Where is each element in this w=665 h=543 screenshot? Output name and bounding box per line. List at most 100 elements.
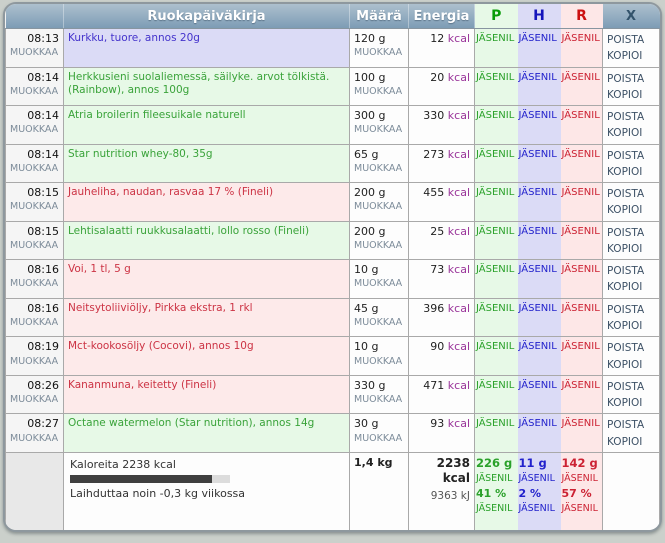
copy-entry-link[interactable]: KOPIOI bbox=[607, 357, 655, 373]
protein-member-link[interactable]: JÄSENIL bbox=[475, 106, 518, 145]
copy-entry-link[interactable]: KOPIOI bbox=[607, 202, 655, 218]
delete-entry-link[interactable]: POISTA bbox=[607, 186, 655, 202]
fat-member-link[interactable]: JÄSENIL bbox=[562, 473, 602, 485]
protein-member-link[interactable]: JÄSENIL bbox=[475, 260, 518, 299]
delete-entry-link[interactable]: POISTA bbox=[607, 340, 655, 356]
delete-entry-link[interactable]: POISTA bbox=[607, 148, 655, 164]
copy-entry-link[interactable]: KOPIOI bbox=[607, 395, 655, 411]
copy-entry-link[interactable]: KOPIOI bbox=[607, 318, 655, 334]
fat-member-link[interactable]: JÄSENIL bbox=[562, 503, 602, 515]
food-name-link[interactable]: Atria broilerin fileesuikale naturell bbox=[64, 106, 350, 145]
edit-entry-link[interactable]: MUOKKAA bbox=[10, 86, 59, 98]
edit-entry-link[interactable]: MUOKKAA bbox=[10, 317, 59, 329]
carb-member-link[interactable]: JÄSENIL bbox=[518, 106, 561, 145]
carb-member-link[interactable]: JÄSENIL bbox=[519, 473, 560, 485]
protein-member-link[interactable]: JÄSENIL bbox=[476, 503, 517, 515]
protein-member-link[interactable]: JÄSENIL bbox=[475, 414, 518, 453]
copy-entry-link[interactable]: KOPIOI bbox=[607, 48, 655, 64]
edit-entry-link[interactable]: MUOKKAA bbox=[10, 278, 59, 290]
edit-entry-link[interactable]: MUOKKAA bbox=[10, 201, 59, 213]
carb-member-link[interactable]: JÄSENIL bbox=[518, 414, 561, 453]
copy-entry-link[interactable]: KOPIOI bbox=[607, 434, 655, 450]
delete-entry-link[interactable]: POISTA bbox=[607, 225, 655, 241]
summary-time-cell bbox=[6, 452, 64, 532]
protein-member-link[interactable]: JÄSENIL bbox=[475, 221, 518, 260]
protein-member-link[interactable]: JÄSENIL bbox=[475, 144, 518, 183]
protein-member-link[interactable]: JÄSENIL bbox=[475, 183, 518, 222]
fat-member-link[interactable]: JÄSENIL bbox=[561, 337, 603, 376]
amount-value: 100 g bbox=[354, 71, 385, 84]
fat-member-link[interactable]: JÄSENIL bbox=[561, 183, 603, 222]
carb-member-link[interactable]: JÄSENIL bbox=[518, 375, 561, 414]
edit-entry-link[interactable]: MUOKKAA bbox=[10, 124, 59, 136]
copy-entry-link[interactable]: KOPIOI bbox=[607, 87, 655, 103]
edit-amount-link[interactable]: MUOKKAA bbox=[354, 201, 404, 213]
edit-entry-link[interactable]: MUOKKAA bbox=[10, 356, 59, 368]
fat-member-link[interactable]: JÄSENIL bbox=[561, 221, 603, 260]
edit-amount-link[interactable]: MUOKKAA bbox=[354, 394, 404, 406]
carb-member-link[interactable]: JÄSENIL bbox=[518, 298, 561, 337]
delete-entry-link[interactable]: POISTA bbox=[607, 71, 655, 87]
edit-amount-link[interactable]: MUOKKAA bbox=[354, 163, 404, 175]
delete-entry-link[interactable]: POISTA bbox=[607, 109, 655, 125]
fat-member-link[interactable]: JÄSENIL bbox=[561, 298, 603, 337]
delete-entry-link[interactable]: POISTA bbox=[607, 32, 655, 48]
food-name-link[interactable]: Jauheliha, naudan, rasvaa 17 % (Fineli) bbox=[64, 183, 350, 222]
copy-entry-link[interactable]: KOPIOI bbox=[607, 279, 655, 295]
carb-member-link[interactable]: JÄSENIL bbox=[518, 144, 561, 183]
edit-amount-link[interactable]: MUOKKAA bbox=[354, 86, 404, 98]
carb-member-link[interactable]: JÄSENIL bbox=[518, 337, 561, 376]
food-name-link[interactable]: Lehtisalaatti ruukkusalaatti, lollo ross… bbox=[64, 221, 350, 260]
fat-member-link[interactable]: JÄSENIL bbox=[561, 375, 603, 414]
edit-amount-link[interactable]: MUOKKAA bbox=[354, 47, 404, 59]
protein-member-link[interactable]: JÄSENIL bbox=[475, 67, 518, 106]
protein-member-link[interactable]: JÄSENIL bbox=[475, 337, 518, 376]
amount-cell: 300 g MUOKKAA bbox=[350, 106, 409, 145]
carb-member-link[interactable]: JÄSENIL bbox=[518, 67, 561, 106]
close-button[interactable]: X bbox=[603, 4, 660, 29]
food-name-link[interactable]: Star nutrition whey-80, 35g bbox=[64, 144, 350, 183]
carb-member-link[interactable]: JÄSENIL bbox=[518, 260, 561, 299]
food-name-link[interactable]: Octane watermelon (Star nutrition), anno… bbox=[64, 414, 350, 453]
energy-unit: kcal bbox=[448, 263, 470, 276]
protein-member-link[interactable]: JÄSENIL bbox=[475, 375, 518, 414]
food-name-link[interactable]: Kurkku, tuore, annos 20g bbox=[64, 29, 350, 68]
carb-member-link[interactable]: JÄSENIL bbox=[518, 221, 561, 260]
food-name-link[interactable]: Neitsytoliiviöljy, Pirkka ekstra, 1 rkl bbox=[64, 298, 350, 337]
fat-member-link[interactable]: JÄSENIL bbox=[561, 29, 603, 68]
edit-amount-link[interactable]: MUOKKAA bbox=[354, 317, 404, 329]
protein-member-link[interactable]: JÄSENIL bbox=[476, 473, 517, 485]
carb-member-link[interactable]: JÄSENIL bbox=[519, 503, 560, 515]
entry-time: 08:14 bbox=[27, 71, 59, 84]
fat-member-link[interactable]: JÄSENIL bbox=[561, 144, 603, 183]
copy-entry-link[interactable]: KOPIOI bbox=[607, 241, 655, 257]
delete-entry-link[interactable]: POISTA bbox=[607, 263, 655, 279]
edit-entry-link[interactable]: MUOKKAA bbox=[10, 394, 59, 406]
protein-member-link[interactable]: JÄSENIL bbox=[475, 298, 518, 337]
copy-entry-link[interactable]: KOPIOI bbox=[607, 164, 655, 180]
carb-member-link[interactable]: JÄSENIL bbox=[518, 29, 561, 68]
protein-member-link[interactable]: JÄSENIL bbox=[475, 29, 518, 68]
fat-member-link[interactable]: JÄSENIL bbox=[561, 260, 603, 299]
edit-amount-link[interactable]: MUOKKAA bbox=[354, 433, 404, 445]
edit-entry-link[interactable]: MUOKKAA bbox=[10, 47, 59, 59]
edit-entry-link[interactable]: MUOKKAA bbox=[10, 163, 59, 175]
edit-amount-link[interactable]: MUOKKAA bbox=[354, 356, 404, 368]
food-name-link[interactable]: Voi, 1 tl, 5 g bbox=[64, 260, 350, 299]
fat-member-link[interactable]: JÄSENIL bbox=[561, 67, 603, 106]
carb-member-link[interactable]: JÄSENIL bbox=[518, 183, 561, 222]
delete-entry-link[interactable]: POISTA bbox=[607, 302, 655, 318]
food-name-link[interactable]: Kananmuna, keitetty (Fineli) bbox=[64, 375, 350, 414]
food-name-link[interactable]: Herkkusieni suolaliemessä, säilyke. arvo… bbox=[64, 67, 350, 106]
food-name-link[interactable]: Mct-kookosöljy (Cocovi), annos 10g bbox=[64, 337, 350, 376]
edit-entry-link[interactable]: MUOKKAA bbox=[10, 433, 59, 445]
delete-entry-link[interactable]: POISTA bbox=[607, 379, 655, 395]
delete-entry-link[interactable]: POISTA bbox=[607, 417, 655, 433]
fat-member-link[interactable]: JÄSENIL bbox=[561, 414, 603, 453]
edit-amount-link[interactable]: MUOKKAA bbox=[354, 124, 404, 136]
edit-amount-link[interactable]: MUOKKAA bbox=[354, 240, 404, 252]
edit-amount-link[interactable]: MUOKKAA bbox=[354, 278, 404, 290]
fat-member-link[interactable]: JÄSENIL bbox=[561, 106, 603, 145]
edit-entry-link[interactable]: MUOKKAA bbox=[10, 240, 59, 252]
copy-entry-link[interactable]: KOPIOI bbox=[607, 125, 655, 141]
